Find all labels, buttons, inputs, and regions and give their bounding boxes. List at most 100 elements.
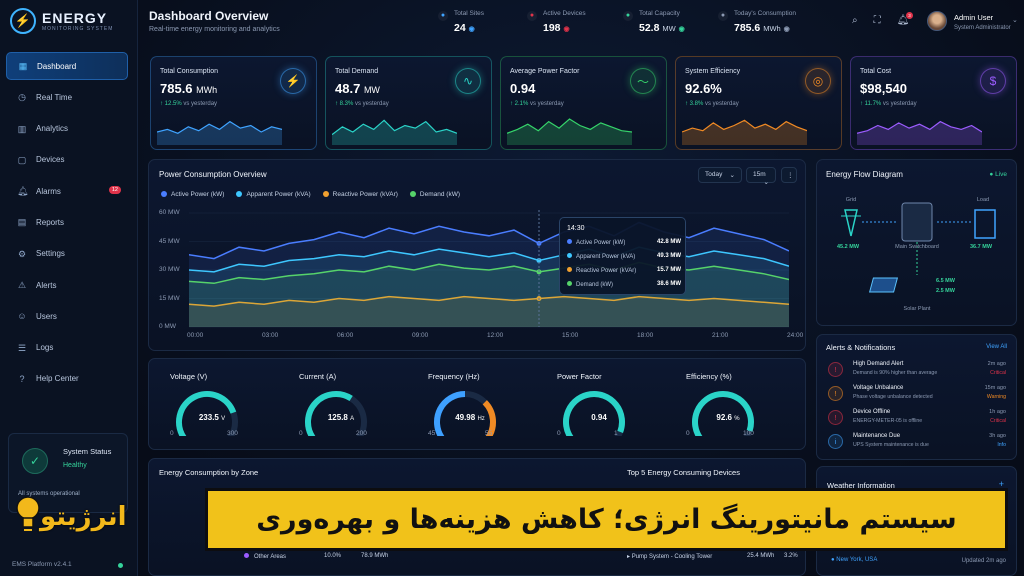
tooltip-marker — [567, 239, 572, 244]
trend-icon: ◉ — [563, 26, 570, 33]
gauge-title: Frequency (Hz) — [428, 372, 480, 381]
stat-delta-text: vs yesterday — [183, 101, 218, 107]
zone-row-pct: 10.0% — [324, 553, 342, 559]
weather-location[interactable]: ● New York, USA — [831, 557, 877, 563]
sparkline-area — [157, 121, 282, 145]
alert-severity: Warning — [986, 394, 1006, 400]
top5-row[interactable]: ▸ Pump System - Cooling Tower 25.4 MWh 3… — [627, 553, 798, 560]
gauge-arc — [305, 391, 367, 436]
gauge-title: Efficiency (%) — [686, 372, 732, 381]
solar-panel-icon — [868, 277, 899, 293]
sidebar-item-label: Alerts — [36, 280, 57, 290]
sparkline — [682, 119, 807, 145]
solar-value-1: 6.5 MW — [936, 278, 955, 284]
sparkline-area — [682, 120, 807, 145]
user-name[interactable]: Admin User — [954, 13, 993, 22]
view-all-link[interactable]: View All — [986, 344, 1007, 350]
stat-card-total-demand[interactable]: Total Demand 48.7 MW ↑ 8.3% vs yesterday ∿ — [325, 56, 492, 150]
sidebar-item-analytics[interactable]: ▥ Analytics — [6, 115, 128, 143]
y-tick-label: 0 MW — [159, 323, 176, 330]
sidebar-item-devices[interactable]: ▢ Devices — [6, 146, 128, 174]
sidebar-item-alarms[interactable]: 🔔︎ Alarms 12 — [6, 177, 128, 205]
stat-card-total-cost[interactable]: Total Cost $98,540 ↑ 11.7% vs yesterday $ — [850, 56, 1017, 150]
alert-desc: ENERGY-METER-05 is offline — [853, 418, 923, 424]
gauge-power-factor[interactable]: Power Factor 0.94 0 1 — [544, 372, 654, 452]
alert-time: 2m ago — [987, 361, 1006, 367]
legend-item[interactable]: Reactive Power (kVAr) — [322, 191, 398, 198]
sidebar-item-dashboard[interactable]: ▦ Dashboard — [6, 52, 128, 80]
fullscreen-icon[interactable]: ⛶ — [874, 15, 881, 26]
legend-item[interactable]: Demand (kW) — [409, 191, 460, 198]
more-options-icon[interactable]: ⋮ — [781, 167, 797, 183]
gauge-voltage-v-[interactable]: Voltage (V) 233.5 V 0 300 — [157, 372, 267, 452]
weather-updated: Updated 2m ago — [961, 558, 1006, 564]
waveform-icon: 〜 — [630, 68, 656, 94]
power-chart-plot[interactable] — [189, 210, 789, 330]
gauge-max: 55 — [485, 430, 493, 437]
stat-card-system-efficiency[interactable]: System Efficiency 92.6% ↑ 3.8% vs yesterd… — [675, 56, 842, 150]
stat-label: Total Cost — [860, 68, 892, 75]
gauge-frequency-hz-[interactable]: Frequency (Hz) 49.98 Hz 45 55 — [415, 372, 525, 452]
legend-marker — [409, 191, 416, 198]
gauge-efficiency-[interactable]: Efficiency (%) 92.6 % 0 100 — [673, 372, 783, 452]
sidebar-item-settings[interactable]: ⚙ Settings — [6, 240, 128, 268]
sidebar-item-label: Devices — [36, 155, 65, 165]
stat-card-average-power-factor[interactable]: Average Power Factor 0.94 ↑ 2.1% vs yeste… — [500, 56, 667, 150]
tooltip-value: 15.7 MW — [656, 267, 681, 273]
y-tick-label: 30 MW — [159, 266, 180, 273]
y-tick-label: 45 MW — [159, 237, 180, 245]
sidebar-item-logs[interactable]: ☰ Logs — [6, 334, 128, 362]
legend-marker — [161, 191, 167, 198]
gauge-min: 0 — [170, 430, 174, 437]
sidebar-item-users[interactable]: ☺ Users — [6, 302, 128, 330]
solar-value-2: 2.5 MW — [936, 288, 955, 294]
sidebar-item-reports[interactable]: ▤ Reports — [6, 208, 128, 236]
sparkline — [507, 118, 632, 145]
gauges-card: Voltage (V) 233.5 V 0 300 Current (A) 125.8 A… — [148, 358, 806, 450]
sidebar-item-label: Help Center — [36, 374, 79, 384]
x-tick-label: 09:00 — [412, 332, 429, 339]
stat-label: System Efficiency — [685, 68, 741, 75]
search-icon[interactable]: ⌕ — [852, 15, 858, 26]
kpi-number: 24 — [454, 22, 466, 34]
avatar[interactable] — [927, 11, 947, 31]
brand-logo[interactable]: ⚡ ENERGY MONITORING SYSTEM — [10, 8, 113, 34]
stat-delta: ↑ 8.3% vs yesterday — [335, 101, 389, 107]
alert-name: Device Offline — [853, 409, 891, 415]
weather-location-text: New York, USA — [836, 557, 878, 563]
range-select[interactable]: Today ⌄ — [698, 167, 742, 183]
interval-select[interactable]: 15m ⌄ — [746, 167, 776, 186]
zone-row[interactable]: Other Areas 10.0% 78.9 MWh — [244, 553, 388, 560]
zone-color-dot — [244, 553, 249, 558]
chevron-down-icon[interactable]: ⌄ — [1012, 16, 1018, 24]
top5-title: Top 5 Energy Consuming Devices — [627, 468, 740, 477]
alert-item[interactable]: ! Device Offline ENERGY-METER-05 is offlin… — [826, 407, 1006, 431]
gauge-value: 233.5 V — [157, 413, 267, 422]
kpi-value: 198 ◉ — [543, 22, 570, 34]
alert-time: 3h ago — [989, 433, 1006, 439]
sidebar-nav: ▦ Dashboard ◷ Real Time ▥ Analytics ▢ Devices 🔔︎… — [6, 52, 128, 396]
stat-label: Average Power Factor — [510, 68, 580, 75]
stat-card-total-consumption[interactable]: Total Consumption 785.6 MWh ↑ 12.5% vs yes… — [150, 56, 317, 150]
tooltip-value: 42.8 MW — [656, 239, 681, 245]
sidebar-item-alerts[interactable]: ⚠ Alerts — [6, 271, 128, 299]
alert-name: Voltage Unbalance — [853, 385, 904, 391]
gauge-min: 45 — [428, 430, 436, 437]
gauge-arc — [692, 391, 754, 436]
alert-item[interactable]: ! High Demand Alert Demand is 90% higher t… — [826, 359, 1006, 383]
legend-item[interactable]: Active Power (kW) — [161, 191, 224, 198]
sidebar-item-help-center[interactable]: ? Help Center — [6, 365, 128, 393]
gauge-current-a-[interactable]: Current (A) 125.8 A 0 200 — [286, 372, 396, 452]
kpi-label: Today's Consumption — [734, 10, 796, 17]
legend-item[interactable]: Apparent Power (kVA) — [236, 191, 311, 198]
header-actions: ⌕ ⛶ 🔔︎ — [852, 15, 909, 26]
banner-text: سیستم مانیتورینگ انرژی؛ کاهش هزینه‌ها و … — [256, 504, 957, 535]
version-label: EMS Platform v2.4.1 — [12, 561, 72, 568]
alert-item[interactable]: ! Voltage Unbalance Phase voltage unbalanc… — [826, 383, 1006, 407]
offline-icon: ! — [828, 410, 843, 425]
stat-delta-text: vs yesterday — [355, 101, 389, 107]
gauge-min: 0 — [557, 430, 561, 437]
alert-item[interactable]: i Maintenance Due UPS System maintenance i… — [826, 431, 1006, 455]
sidebar-item-real-time[interactable]: ◷ Real Time — [6, 83, 128, 111]
alert-desc: UPS System maintenance is due — [853, 442, 929, 448]
